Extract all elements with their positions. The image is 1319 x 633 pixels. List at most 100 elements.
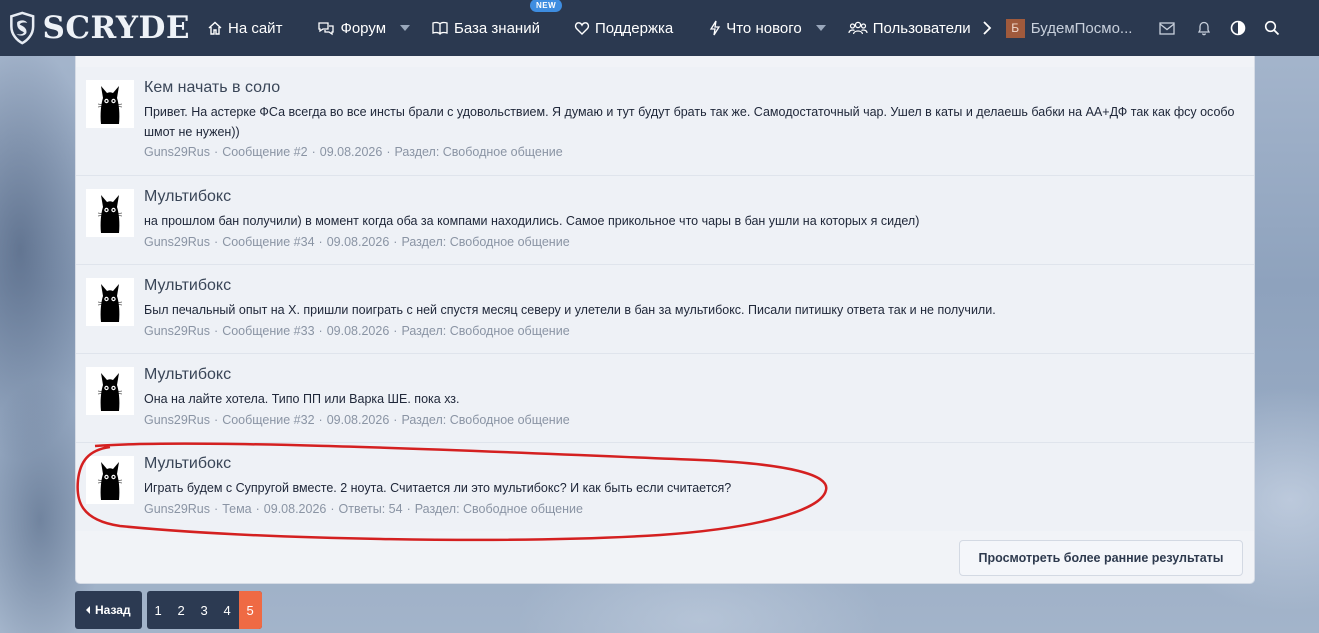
meta-separator: · — [318, 324, 323, 338]
nav-scroll-right[interactable] — [980, 0, 994, 56]
meta-separator: · — [393, 413, 398, 427]
meta-separator: · — [406, 502, 411, 516]
result-section[interactable]: Раздел: Свободное общение — [401, 324, 569, 338]
search-icon — [1264, 20, 1279, 36]
search-results-panel: Кем начать в соло Привет. На астерке ФСа … — [75, 56, 1255, 584]
meta-separator: · — [214, 145, 219, 159]
nav-home[interactable]: На сайт — [207, 0, 282, 56]
page-link-4[interactable]: 4 — [216, 591, 239, 629]
result-date: 09.08.2026 — [319, 145, 383, 159]
nav-support[interactable]: Поддержка — [574, 0, 673, 56]
result-title[interactable]: Мультибокс — [144, 277, 231, 295]
page-link-1[interactable]: 1 — [147, 591, 170, 629]
result-kind[interactable]: Сообщение #2 — [222, 145, 307, 159]
logo-text: SCRYDE — [42, 10, 190, 46]
pagination: Назад 12345 — [75, 591, 262, 629]
nav-knowledge-base[interactable]: База знаний NEW — [431, 0, 563, 56]
result-date: 09.08.2026 — [263, 502, 327, 516]
site-logo[interactable]: SCRYDE — [0, 0, 190, 56]
result-title[interactable]: Мультибокс — [144, 188, 231, 206]
result-title[interactable]: Мультибокс — [144, 455, 231, 473]
home-icon — [208, 21, 222, 35]
result-title[interactable]: Мультибокс — [144, 366, 231, 384]
avatar[interactable] — [86, 189, 134, 237]
load-older-results-button[interactable]: Просмотреть более ранние результаты — [959, 540, 1243, 576]
nav-home-label: На сайт — [228, 19, 283, 37]
nav-whats-new-label: Что нового — [726, 19, 802, 37]
search-result[interactable]: Мультибокс Она на лайте хотела. Типо ПП и… — [76, 353, 1254, 442]
chevron-down-icon[interactable] — [400, 25, 411, 31]
avatar[interactable] — [86, 367, 134, 415]
avatar[interactable] — [86, 80, 134, 128]
search-result[interactable]: Кем начать в соло Привет. На астерке ФСа … — [76, 67, 1254, 175]
new-badge: NEW — [530, 0, 563, 12]
meta-separator: · — [214, 235, 219, 249]
result-snippet: Привет. На астерке ФСа всегда во все инс… — [144, 105, 1235, 139]
cat-avatar-icon — [97, 86, 123, 124]
chat-icon — [318, 22, 335, 36]
result-author[interactable]: Guns29Rus — [144, 324, 210, 338]
cat-avatar-icon — [97, 195, 123, 233]
nav-support-label: Поддержка — [594, 19, 674, 37]
cat-avatar-icon — [97, 462, 123, 500]
meta-separator: · — [318, 413, 323, 427]
search-result[interactable]: Мультибокс Играть будем с Супругой вместе… — [76, 442, 1254, 531]
result-meta: Guns29Rus · Сообщение #33 · 09.08.2026 · Разде… — [144, 324, 570, 338]
result-snippet: на прошлом бан получили) в момент когда … — [144, 214, 920, 228]
meta-separator: · — [214, 324, 219, 338]
result-section[interactable]: Раздел: Свободное общение — [395, 145, 563, 159]
page-link-5[interactable]: 5 — [238, 591, 262, 629]
bolt-icon — [710, 20, 721, 36]
nav-users[interactable]: Пользователи — [848, 0, 978, 56]
meta-separator: · — [330, 502, 335, 516]
nav-forum[interactable]: Форум — [317, 0, 411, 56]
top-navbar: SCRYDE На сайт Форум База знаний NEW Под… — [0, 0, 1319, 56]
users-icon — [848, 21, 868, 35]
theme-toggle[interactable] — [1228, 0, 1248, 56]
contrast-icon — [1230, 20, 1246, 36]
page-link-2[interactable]: 2 — [170, 591, 193, 629]
result-date: 09.08.2026 — [326, 235, 390, 249]
result-author[interactable]: Guns29Rus — [144, 145, 210, 159]
result-kind[interactable]: Сообщение #33 — [222, 324, 314, 338]
meta-separator: · — [214, 413, 219, 427]
prev-page-button[interactable]: Назад — [75, 591, 142, 629]
result-replies: Ответы: 54 — [338, 502, 403, 516]
user-menu[interactable]: Б БудемПосмо... — [1005, 0, 1135, 56]
result-section[interactable]: Раздел: Свободное общение — [401, 413, 569, 427]
search-result[interactable]: Мультибокс на прошлом бан получили) в мом… — [76, 175, 1254, 264]
nav-knowledge-base-label: База знаний — [454, 19, 540, 37]
avatar[interactable] — [86, 278, 134, 326]
result-snippet: Был печальный опыт на Х. пришли поиграть… — [144, 303, 996, 317]
result-section[interactable]: Раздел: Свободное общение — [401, 235, 569, 249]
result-meta: Guns29Rus · Тема · 09.08.2026 · Ответы: 54 · Раз… — [144, 502, 583, 516]
result-meta: Guns29Rus · Сообщение #2 · 09.08.2026 · Раздел… — [144, 145, 563, 159]
bell-icon — [1197, 21, 1210, 36]
page-list: 12345 — [146, 591, 262, 629]
page-link-3[interactable]: 3 — [193, 591, 216, 629]
result-author[interactable]: Guns29Rus — [144, 235, 210, 249]
nav-whats-new[interactable]: Что нового — [709, 0, 826, 56]
search-result[interactable]: Мультибокс Был печальный опыт на Х. пришл… — [76, 264, 1254, 353]
inbox-button[interactable] — [1157, 0, 1177, 56]
envelope-icon — [1159, 21, 1175, 35]
result-section[interactable]: Раздел: Свободное общение — [415, 502, 583, 516]
result-date: 09.08.2026 — [326, 413, 390, 427]
result-kind[interactable]: Сообщение #34 — [222, 235, 314, 249]
chevron-down-icon[interactable] — [815, 25, 826, 31]
nav-forum-label: Форум — [340, 19, 387, 37]
result-author[interactable]: Guns29Rus — [144, 413, 210, 427]
result-snippet: Она на лайте хотела. Типо ПП или Варка Ш… — [144, 392, 460, 406]
alerts-button[interactable] — [1194, 0, 1214, 56]
heart-icon — [574, 22, 590, 35]
meta-separator: · — [393, 235, 398, 249]
meta-separator: · — [393, 324, 398, 338]
meta-separator: · — [318, 235, 323, 249]
result-kind[interactable]: Тема — [222, 502, 251, 516]
result-title[interactable]: Кем начать в соло — [144, 79, 280, 97]
avatar[interactable] — [86, 456, 134, 504]
search-button[interactable] — [1262, 0, 1282, 56]
result-kind[interactable]: Сообщение #32 — [222, 413, 314, 427]
result-author[interactable]: Guns29Rus — [144, 502, 210, 516]
result-meta: Guns29Rus · Сообщение #34 · 09.08.2026 · Разде… — [144, 235, 570, 249]
